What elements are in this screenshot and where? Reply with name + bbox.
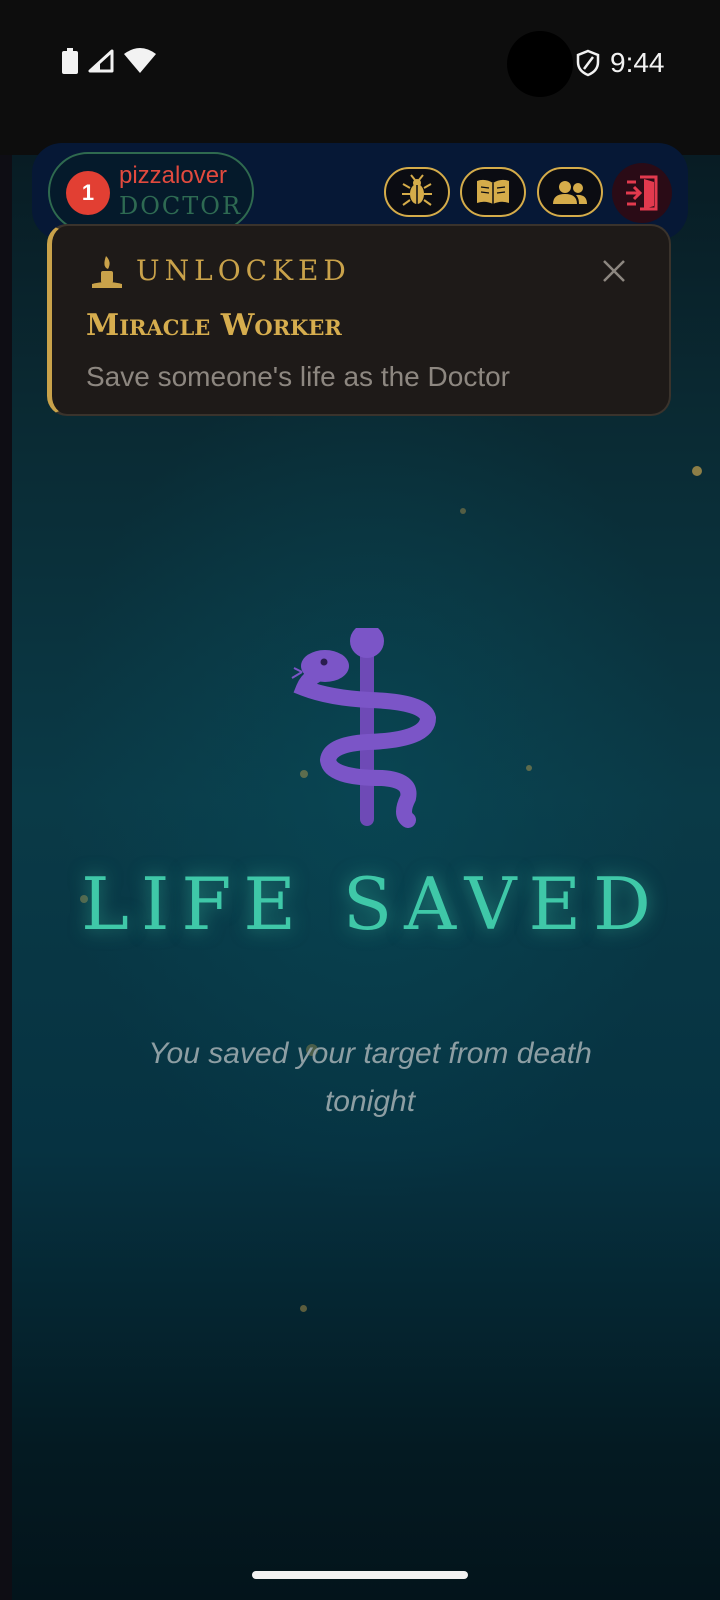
caduceus-icon (291, 628, 437, 828)
sparkle (300, 1305, 307, 1312)
close-icon[interactable] (602, 259, 626, 283)
people-icon (553, 181, 587, 204)
bug-icon (402, 174, 432, 206)
status-icons (62, 48, 156, 74)
bug-button[interactable] (384, 167, 450, 217)
achievement-title: Miracle Worker (86, 308, 342, 343)
result-title: LIFE SAVED (81, 862, 663, 946)
result-subtitle: You saved your target from death tonight (148, 1037, 592, 1118)
sparkle (460, 508, 466, 514)
player-number: 1 (66, 171, 110, 215)
book-button[interactable] (460, 167, 526, 217)
exit-door-icon (626, 175, 658, 211)
player-name: pizzalover (119, 162, 228, 189)
sparkle (526, 765, 532, 771)
shield-icon (576, 49, 600, 77)
leave-game-button[interactable] (612, 163, 672, 223)
home-indicator[interactable] (252, 1571, 468, 1579)
book-icon (477, 179, 509, 204)
candle-icon (92, 256, 122, 288)
players-button[interactable] (537, 167, 603, 217)
signal-icon (88, 49, 114, 73)
wifi-icon (124, 48, 156, 73)
clock: 9:44 (610, 47, 665, 78)
status-right: 9:44 (576, 47, 665, 79)
battery-icon (62, 48, 78, 74)
achievement-kicker: UNLOCKED (136, 254, 351, 287)
player-role: DOCTOR (119, 192, 243, 220)
achievement-description: Save someone's life as the Doctor (86, 361, 511, 392)
camera-cutout (507, 31, 573, 97)
sparkle (692, 466, 702, 476)
